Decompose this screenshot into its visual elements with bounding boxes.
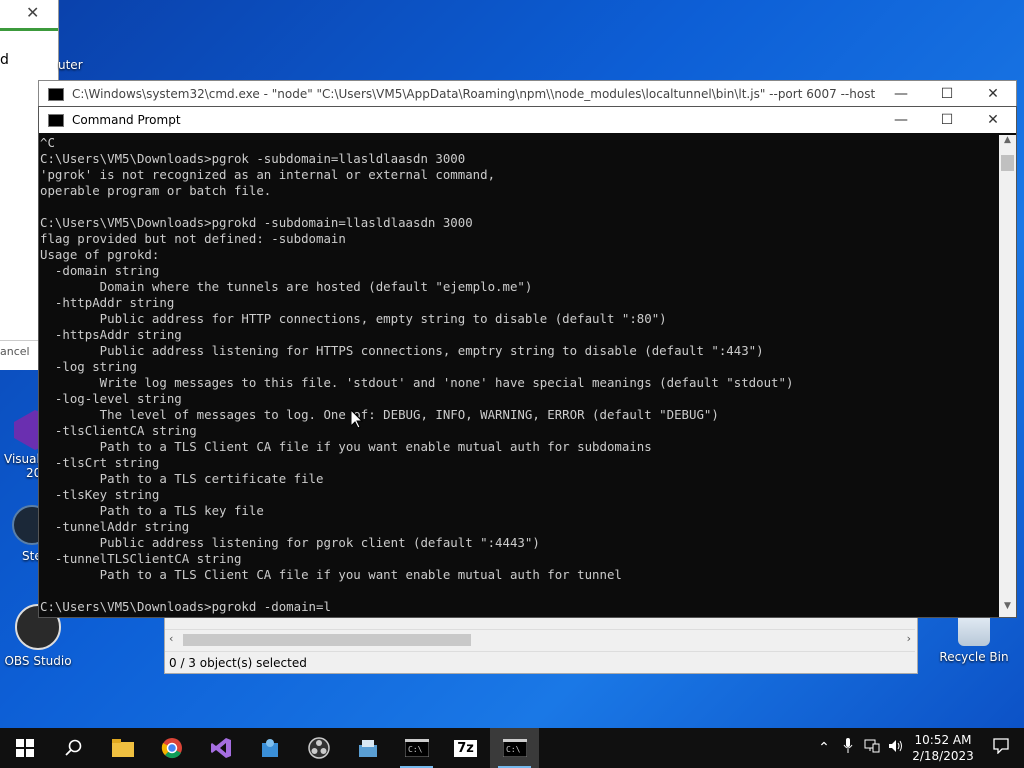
- console-line: Public address listening for pgrok clien…: [40, 535, 540, 550]
- obs-studio-icon: [307, 737, 330, 759]
- taskbar-chrome[interactable]: [147, 728, 196, 768]
- console-line: Path to a TLS certificate file: [40, 471, 324, 486]
- minimize-button[interactable]: —: [878, 112, 924, 128]
- console-line: -tlsCrt string: [40, 455, 160, 470]
- console-line: Path to a TLS key file: [40, 503, 264, 518]
- system-tray: ⌃ 10:52 AM 2/18/2023: [812, 732, 1024, 764]
- svg-text:C:\: C:\: [506, 745, 521, 754]
- cmd-icon-active: C:\: [502, 739, 527, 757]
- installer-icon: [358, 740, 377, 757]
- close-icon[interactable]: ✕: [26, 3, 39, 22]
- console-line: ^C: [40, 135, 55, 150]
- console-line: 'pgrok' is not recognized as an internal…: [40, 167, 496, 182]
- scroll-right-icon[interactable]: ›: [907, 632, 911, 645]
- console-line: The level of messages to log. One of: DE…: [40, 407, 719, 422]
- scroll-down-icon[interactable]: ▼: [999, 601, 1016, 617]
- maximize-button[interactable]: ☐: [924, 86, 970, 102]
- console-line: C:\Users\VM5\Downloads>pgrok -subdomain=…: [40, 151, 466, 166]
- microphone-icon[interactable]: [836, 738, 860, 758]
- taskbar-7zip[interactable]: 7z: [441, 728, 490, 768]
- maximize-button[interactable]: ☐: [924, 112, 970, 128]
- desktop-icon-label: Visual: [4, 452, 40, 466]
- taskbar-visual-studio[interactable]: [196, 728, 245, 768]
- svg-text:C:\: C:\: [408, 745, 423, 754]
- visual-studio-icon: [210, 738, 231, 758]
- command-prompt-window[interactable]: Command Prompt — ☐ ✕ ^C C:\Users\VM5\Down…: [38, 106, 1017, 618]
- window-titlebar[interactable]: C:\Windows\system32\cmd.exe - "node" "C:…: [39, 81, 1016, 107]
- console-line: C:\Users\VM5\Downloads>pgrokd -domain=l: [40, 599, 331, 614]
- clock-time: 10:52 AM: [914, 733, 972, 747]
- app-icon: [261, 739, 278, 757]
- console-line: flag provided but not defined: -subdomai…: [40, 231, 346, 246]
- selection-status: 0 / 3 object(s) selected: [169, 656, 307, 670]
- console-line: -log string: [40, 359, 137, 374]
- console-line: Domain where the tunnels are hosted (def…: [40, 279, 533, 294]
- close-button[interactable]: ✕: [970, 86, 1016, 102]
- taskbar-cmd-active[interactable]: C:\: [490, 728, 539, 768]
- mouse-cursor-icon: [350, 408, 364, 433]
- file-explorer-icon: [111, 739, 134, 757]
- console-line: Usage of pgrokd:: [40, 247, 160, 262]
- start-button[interactable]: [0, 728, 49, 768]
- console-line: Path to a TLS Client CA file if you want…: [40, 567, 622, 582]
- scrollbar-thumb[interactable]: [1001, 155, 1014, 171]
- console-line: operable program or batch file.: [40, 183, 272, 198]
- close-button[interactable]: ✕: [970, 112, 1016, 128]
- clock-date: 2/18/2023: [912, 749, 974, 763]
- window-title: Command Prompt: [72, 113, 181, 127]
- windows-start-icon: [15, 739, 34, 757]
- explorer-titlebar: ✕: [0, 0, 58, 31]
- console-output[interactable]: ^C C:\Users\VM5\Downloads>pgrok -subdomai…: [39, 135, 1000, 617]
- console-line: Public address listening for HTTPS conne…: [40, 343, 764, 358]
- clock[interactable]: 10:52 AM 2/18/2023: [908, 732, 978, 764]
- taskbar-obs-studio[interactable]: [294, 728, 343, 768]
- chrome-icon: [161, 738, 182, 759]
- desktop-icon-label: Recycle Bin: [939, 650, 1009, 664]
- search-icon: [64, 739, 81, 756]
- explorer-partial-text: d: [0, 52, 9, 68]
- cmd-icon: C:\: [404, 739, 429, 757]
- desktop-icon-label-partial: uter: [58, 58, 83, 72]
- console-line: -tlsClientCA string: [40, 423, 197, 438]
- console-line: -domain string: [40, 263, 160, 278]
- console-line: Path to a TLS Client CA file if you want…: [40, 439, 652, 454]
- console-line: Write log messages to this file. 'stdout…: [40, 375, 794, 390]
- console-line: -tunnelAddr string: [40, 519, 190, 534]
- volume-icon[interactable]: [884, 739, 908, 757]
- search-button[interactable]: [49, 728, 98, 768]
- console-line: C:\Users\VM5\Downloads>pgrokd -subdomain…: [40, 215, 473, 230]
- taskbar-installer[interactable]: [343, 728, 392, 768]
- horizontal-scrollbar[interactable]: ‹ ›: [165, 629, 915, 650]
- 7zip-icon: 7z: [454, 739, 477, 757]
- cmd-icon: [48, 87, 64, 101]
- taskbar-app[interactable]: [245, 728, 294, 768]
- scroll-left-icon[interactable]: ‹: [169, 632, 173, 645]
- window-title: C:\Windows\system32\cmd.exe - "node" "C:…: [72, 87, 878, 101]
- console-line: -httpAddr string: [40, 295, 175, 310]
- console-line: -log-level string: [40, 391, 182, 406]
- console-line: -tlsKey string: [40, 487, 160, 502]
- window-titlebar[interactable]: Command Prompt — ☐ ✕: [39, 107, 1016, 133]
- scrollbar-thumb[interactable]: [183, 634, 471, 646]
- vertical-scrollbar[interactable]: ▲ ▼: [999, 135, 1016, 617]
- console-line: -httpsAddr string: [40, 327, 182, 342]
- explorer-window-bottom: ‹ › 0 / 3 object(s) selected: [164, 614, 918, 674]
- taskbar-file-explorer[interactable]: [98, 728, 147, 768]
- scroll-up-icon[interactable]: ▲: [999, 135, 1016, 151]
- chevron-up-icon[interactable]: ⌃: [812, 740, 836, 756]
- cmd-icon: [48, 113, 64, 127]
- console-line: -tunnelTLSClientCA string: [40, 551, 242, 566]
- desktop-icon-label: OBS Studio: [4, 654, 72, 668]
- status-bar: 0 / 3 object(s) selected: [165, 651, 915, 673]
- taskbar-cmd[interactable]: C:\: [392, 728, 441, 768]
- minimize-button[interactable]: —: [878, 86, 924, 102]
- network-icon[interactable]: [860, 739, 884, 757]
- taskbar: C:\ 7z C:\ ⌃ 10:52 AM 2/18/2023: [0, 728, 1024, 768]
- desktop-icon-recycle-bin[interactable]: Recycle Bin: [936, 612, 1012, 664]
- console-line: Public address for HTTP connections, emp…: [40, 311, 667, 326]
- notification-icon[interactable]: [978, 738, 1024, 758]
